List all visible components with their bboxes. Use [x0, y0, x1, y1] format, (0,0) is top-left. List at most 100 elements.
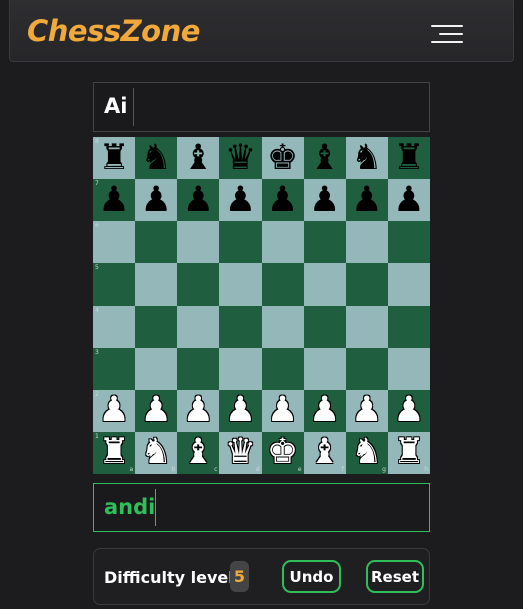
- square-e4[interactable]: [261, 305, 304, 348]
- square-b7[interactable]: ♟: [135, 179, 178, 222]
- square-h7[interactable]: ♟: [387, 179, 430, 222]
- square-d7[interactable]: ♟: [219, 179, 262, 222]
- square-c6[interactable]: [177, 221, 220, 264]
- square-h8[interactable]: ♜: [387, 137, 430, 180]
- square-a4[interactable]: 4: [93, 305, 136, 348]
- square-g1[interactable]: g ♞: [345, 431, 388, 474]
- square-g6[interactable]: [345, 221, 388, 264]
- white-bishop-piece[interactable]: ♝: [183, 435, 214, 470]
- black-queen-piece[interactable]: ♛: [225, 140, 256, 176]
- square-g4[interactable]: [345, 305, 388, 348]
- black-pawn-piece[interactable]: ♟: [267, 182, 298, 218]
- square-c5[interactable]: [177, 263, 220, 306]
- reset-button[interactable]: Reset: [366, 560, 424, 593]
- black-bishop-piece[interactable]: ♝: [309, 140, 340, 176]
- square-c7[interactable]: ♟: [177, 179, 220, 222]
- black-knight-piece[interactable]: ♞: [351, 140, 382, 176]
- square-e3[interactable]: [261, 347, 304, 390]
- square-e5[interactable]: [261, 263, 304, 306]
- white-pawn-piece[interactable]: ♟: [140, 393, 171, 428]
- square-b8[interactable]: ♞: [135, 137, 178, 180]
- white-queen-piece[interactable]: ♛: [225, 435, 256, 470]
- square-c3[interactable]: [177, 347, 220, 390]
- square-a1[interactable]: 1 a ♜: [93, 431, 136, 474]
- black-pawn-piece[interactable]: ♟: [98, 182, 129, 218]
- white-knight-piece[interactable]: ♞: [351, 435, 382, 470]
- square-d4[interactable]: [219, 305, 262, 348]
- white-rook-piece[interactable]: ♜: [98, 435, 129, 470]
- black-knight-piece[interactable]: ♞: [140, 140, 171, 176]
- square-a7[interactable]: 7 ♟: [93, 179, 136, 222]
- square-e8[interactable]: ♚: [261, 137, 304, 180]
- square-h3[interactable]: [387, 347, 430, 390]
- square-g7[interactable]: ♟: [345, 179, 388, 222]
- square-g2[interactable]: ♟: [345, 389, 388, 432]
- square-a5[interactable]: 5: [93, 263, 136, 306]
- square-f4[interactable]: [303, 305, 346, 348]
- square-h5[interactable]: [387, 263, 430, 306]
- black-rook-piece[interactable]: ♜: [393, 140, 424, 176]
- white-pawn-piece[interactable]: ♟: [183, 393, 214, 428]
- black-pawn-piece[interactable]: ♟: [309, 182, 340, 218]
- square-a2[interactable]: 2 ♟: [93, 389, 136, 432]
- square-b6[interactable]: [135, 221, 178, 264]
- square-d3[interactable]: [219, 347, 262, 390]
- white-pawn-piece[interactable]: ♟: [225, 393, 256, 428]
- white-knight-piece[interactable]: ♞: [140, 435, 171, 470]
- black-pawn-piece[interactable]: ♟: [225, 182, 256, 218]
- white-pawn-piece[interactable]: ♟: [393, 393, 424, 428]
- square-b5[interactable]: [135, 263, 178, 306]
- white-king-piece[interactable]: ♚: [267, 435, 298, 470]
- black-pawn-piece[interactable]: ♟: [140, 182, 171, 218]
- square-f5[interactable]: [303, 263, 346, 306]
- chess-board[interactable]: 8 ♜ ♞ ♝ ♛ ♚ ♝ ♞ ♜ 7 ♟ ♟ ♟ ♟ ♟ ♟ ♟ ♟ 6 5 4 3 2 ♟ ♟ ♟ ♟ ♟ ♟ ♟ ♟ 1 a ♜ b ♞ c ♝ d ♛…: [93, 137, 430, 474]
- square-f2[interactable]: ♟: [303, 389, 346, 432]
- difficulty-value[interactable]: 5: [230, 561, 249, 592]
- square-e7[interactable]: ♟: [261, 179, 304, 222]
- square-f6[interactable]: [303, 221, 346, 264]
- square-f1[interactable]: f ♝: [303, 431, 346, 474]
- square-e2[interactable]: ♟: [261, 389, 304, 432]
- white-pawn-piece[interactable]: ♟: [309, 393, 340, 428]
- square-e6[interactable]: [261, 221, 304, 264]
- black-pawn-piece[interactable]: ♟: [351, 182, 382, 218]
- square-b4[interactable]: [135, 305, 178, 348]
- white-bishop-piece[interactable]: ♝: [309, 435, 340, 470]
- black-pawn-piece[interactable]: ♟: [393, 182, 424, 218]
- white-rook-piece[interactable]: ♜: [393, 435, 424, 470]
- square-d2[interactable]: ♟: [219, 389, 262, 432]
- square-f8[interactable]: ♝: [303, 137, 346, 180]
- square-g8[interactable]: ♞: [345, 137, 388, 180]
- square-d5[interactable]: [219, 263, 262, 306]
- square-b1[interactable]: b ♞: [135, 431, 178, 474]
- square-g3[interactable]: [345, 347, 388, 390]
- undo-button[interactable]: Undo: [282, 560, 341, 593]
- square-f3[interactable]: [303, 347, 346, 390]
- square-a8[interactable]: 8 ♜: [93, 137, 136, 180]
- brand-logo[interactable]: ChessZone: [27, 14, 200, 48]
- square-d1[interactable]: d ♛: [219, 431, 262, 474]
- white-pawn-piece[interactable]: ♟: [98, 393, 129, 428]
- black-rook-piece[interactable]: ♜: [98, 140, 129, 176]
- square-h1[interactable]: h ♜: [387, 431, 430, 474]
- square-h2[interactable]: ♟: [387, 389, 430, 432]
- square-b2[interactable]: ♟: [135, 389, 178, 432]
- square-c8[interactable]: ♝: [177, 137, 220, 180]
- square-g5[interactable]: [345, 263, 388, 306]
- square-e1[interactable]: e ♚: [261, 431, 304, 474]
- square-b3[interactable]: [135, 347, 178, 390]
- square-c1[interactable]: c ♝: [177, 431, 220, 474]
- white-pawn-piece[interactable]: ♟: [351, 393, 382, 428]
- black-king-piece[interactable]: ♚: [267, 140, 298, 176]
- black-bishop-piece[interactable]: ♝: [183, 140, 214, 176]
- black-pawn-piece[interactable]: ♟: [183, 182, 214, 218]
- square-c2[interactable]: ♟: [177, 389, 220, 432]
- square-h4[interactable]: [387, 305, 430, 348]
- square-d6[interactable]: [219, 221, 262, 264]
- square-d8[interactable]: ♛: [219, 137, 262, 180]
- square-h6[interactable]: [387, 221, 430, 264]
- square-c4[interactable]: [177, 305, 220, 348]
- white-pawn-piece[interactable]: ♟: [267, 393, 298, 428]
- square-a3[interactable]: 3: [93, 347, 136, 390]
- square-a6[interactable]: 6: [93, 221, 136, 264]
